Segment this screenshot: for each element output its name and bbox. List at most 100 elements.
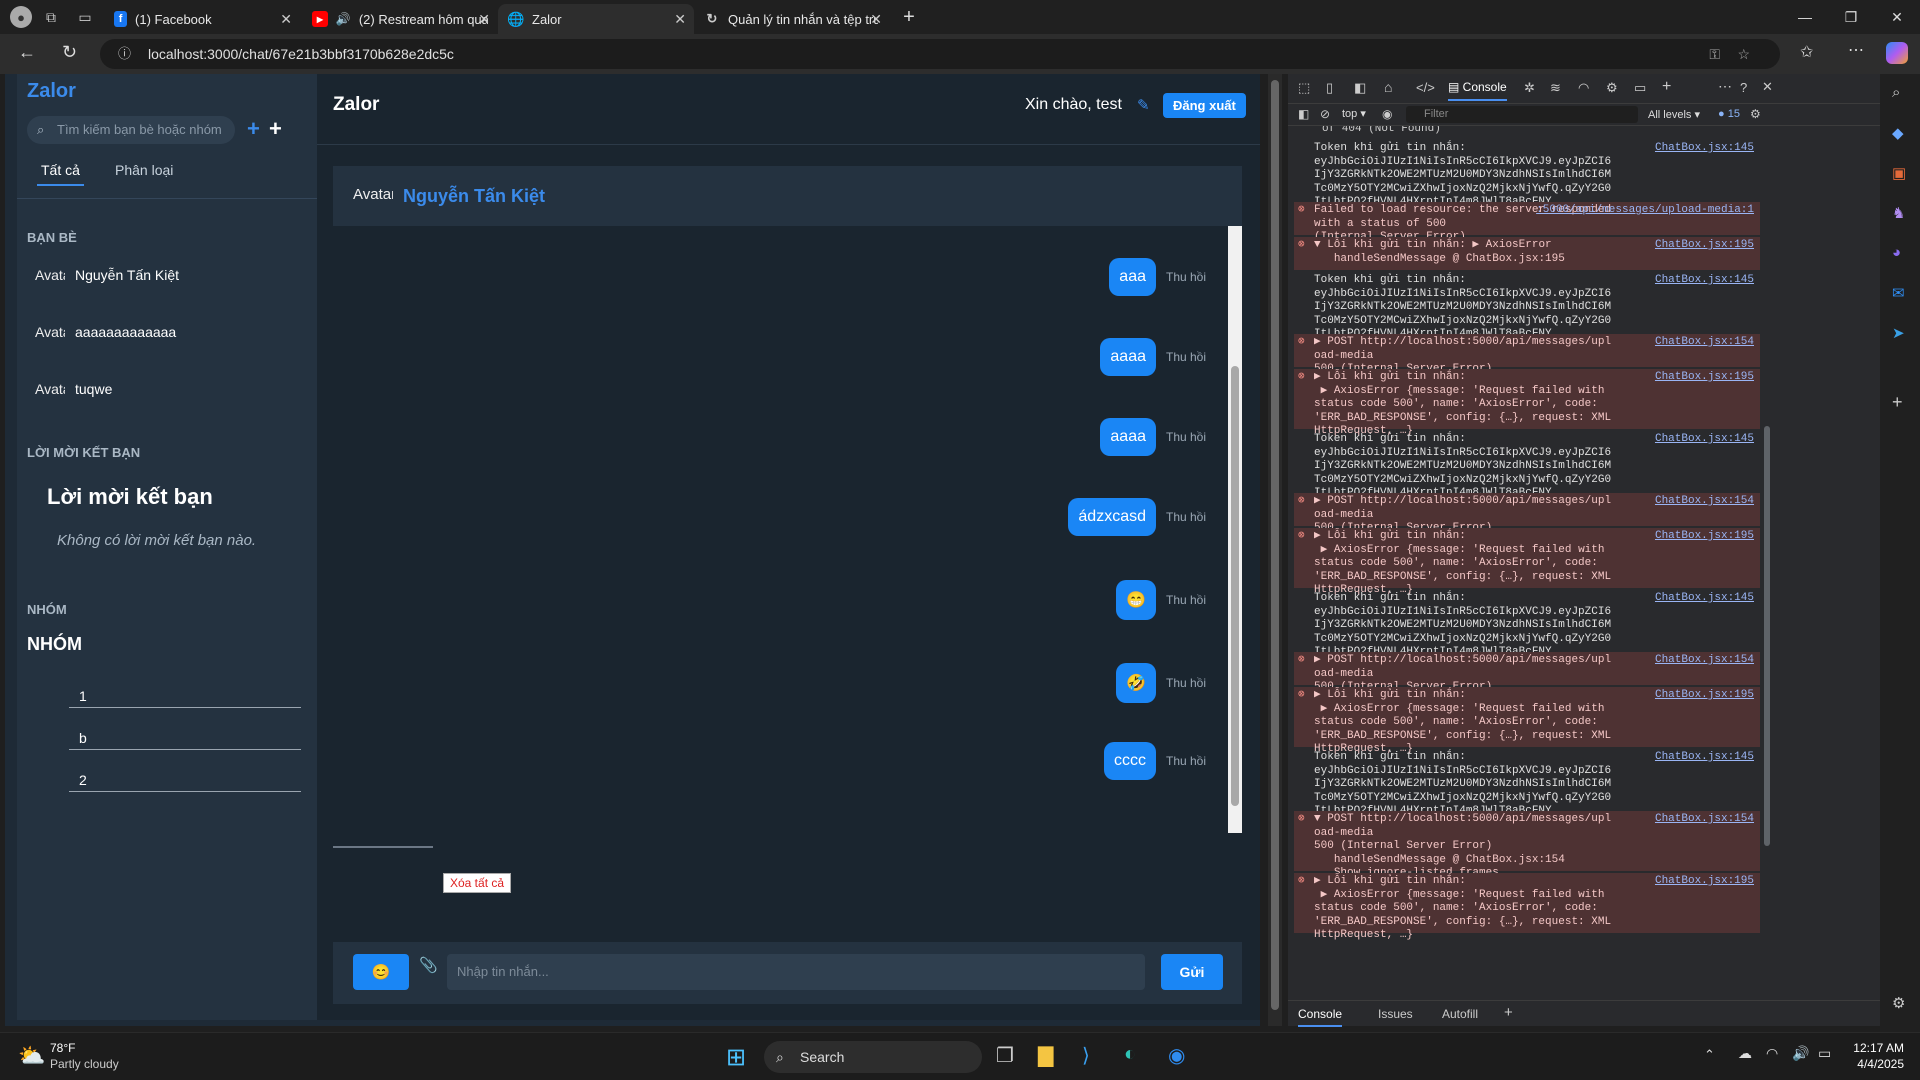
settings-gear-icon[interactable]: ⚙ — [1606, 80, 1618, 96]
recall-button[interactable]: Thu hồi — [1166, 510, 1210, 524]
console-error[interactable]: ⊗ Failed to load resource: the server res… — [1294, 202, 1760, 243]
key-icon[interactable]: ⚿ — [1709, 39, 1720, 69]
performance-icon[interactable]: ◠ — [1578, 80, 1589, 96]
file-explorer-icon[interactable]: ▇ — [1038, 1043, 1053, 1068]
new-tab-icon[interactable]: + — [898, 6, 920, 28]
battery-icon[interactable]: ▭ — [1818, 1045, 1831, 1062]
help-icon[interactable]: ? — [1740, 80, 1747, 95]
friend-item[interactable]: Avatar Nguyễn Tấn Kiệt — [35, 260, 179, 290]
application-icon[interactable]: ▭ — [1634, 80, 1646, 96]
page-scrollbar[interactable] — [1268, 74, 1282, 1026]
contact-name[interactable]: Nguyễn Tấn Kiệt — [403, 186, 545, 207]
tab-docs[interactable]: ↻ Quản lý tin nhắn và tệp truyền th ✕ — [694, 4, 890, 34]
tab-category[interactable]: Phân loại — [115, 162, 173, 178]
console-log[interactable]: Token khi gửi tin nhắn: eyJhbGciOiJIUzI1… — [1294, 140, 1760, 208]
friend-item[interactable]: Avatar aaaaaaaaaaaaa — [35, 317, 176, 347]
recall-button[interactable]: Thu hồi — [1166, 270, 1210, 284]
add-drawer-tab-icon[interactable]: + — [1504, 1004, 1513, 1021]
sidebar-icon[interactable]: ◧ — [1298, 107, 1309, 121]
vscode-icon[interactable]: ⟩ — [1082, 1043, 1090, 1068]
console-error[interactable]: ⊗ ▶ Lỗi khi gửi tin nhắn: ▶ AxiosError {m… — [1294, 369, 1760, 437]
console-error[interactable]: ⊗ ▶ Lỗi khi gửi tin nhắn: ▶ AxiosError {m… — [1294, 687, 1760, 755]
recall-button[interactable]: Thu hồi — [1166, 430, 1210, 444]
refresh-icon[interactable]: ↻ — [62, 42, 77, 63]
create-group-icon[interactable]: + — [269, 116, 282, 142]
console-error[interactable]: ⊗ ▼ Lỗi khi gửi tin nhắn: ▶ AxiosError ha… — [1294, 237, 1760, 270]
site-info-icon[interactable]: ⓘ — [118, 39, 131, 69]
console-log[interactable]: Token khi gửi tin nhắn: eyJhbGciOiJIUzI1… — [1294, 590, 1760, 658]
minimize-icon[interactable]: — — [1782, 0, 1828, 34]
drawer-tab-console[interactable]: Console — [1298, 1007, 1343, 1027]
source-link[interactable]: ChatBox.jsx:195 — [1655, 530, 1754, 544]
drawer-tab-issues[interactable]: Issues — [1378, 1007, 1413, 1021]
clear-console-icon[interactable]: ⊘ — [1320, 107, 1330, 121]
eye-icon[interactable]: ◉ — [1382, 107, 1392, 121]
console-settings-icon[interactable]: ⚙ — [1750, 107, 1761, 121]
task-view-icon[interactable]: ❐ — [996, 1043, 1014, 1068]
scrollbar-thumb[interactable] — [1231, 366, 1239, 806]
group-item[interactable]: b — [69, 716, 301, 750]
close-icon[interactable]: ✕ — [280, 11, 292, 28]
elements-icon[interactable]: </> — [1416, 80, 1435, 95]
scrollbar-thumb[interactable] — [1764, 426, 1770, 846]
add-sidebar-app-icon[interactable]: + — [1892, 392, 1903, 413]
console-messages[interactable]: of 404 (Not Found) Token khi gửi tin nhắ… — [1288, 126, 1768, 988]
scrollbar-thumb[interactable] — [1271, 80, 1279, 1010]
close-window-icon[interactable]: ✕ — [1874, 0, 1920, 34]
weather-icon[interactable]: ⛅ — [18, 1043, 45, 1069]
add-friend-icon[interactable]: + — [247, 116, 260, 142]
onedrive-icon[interactable]: ☁ — [1738, 1045, 1752, 1062]
message-input[interactable]: Nhập tin nhắn... — [447, 954, 1145, 990]
source-link[interactable]: ChatBox.jsx:195 — [1655, 239, 1754, 253]
more-tools-icon[interactable]: + — [1662, 78, 1671, 96]
weather-desc[interactable]: Partly cloudy — [50, 1057, 119, 1071]
speaker-icon[interactable]: 🔊 — [336, 12, 351, 26]
source-link[interactable]: ChatBox.jsx:145 — [1655, 142, 1754, 156]
wifi-icon[interactable]: ◠ — [1766, 1045, 1778, 1062]
url-input[interactable]: ⓘ localhost:3000/chat/67e21b3bbf3170b628… — [100, 39, 1780, 69]
favorites-icon[interactable]: ✩ — [1800, 42, 1813, 62]
settings-icon[interactable]: ⚙ — [1892, 994, 1905, 1012]
source-link[interactable]: ChatBox.jsx:154 — [1655, 813, 1754, 827]
scrollbar[interactable] — [1228, 226, 1242, 833]
tab-console[interactable]: ▤ Console — [1448, 80, 1507, 101]
logout-button[interactable]: Đăng xuất — [1163, 93, 1246, 118]
sidebar-toggle-icon[interactable]: ◧ — [1354, 80, 1366, 96]
source-link[interactable]: ChatBox.jsx:154 — [1655, 654, 1754, 668]
clock-time[interactable]: 12:17 AM — [1850, 1041, 1904, 1055]
issues-counter[interactable]: ● 15 — [1718, 108, 1740, 120]
recall-button[interactable]: Thu hồi — [1166, 593, 1210, 607]
start-icon[interactable]: ⊞ — [726, 1043, 746, 1072]
recall-button[interactable]: Thu hồi — [1166, 350, 1210, 364]
source-link[interactable]: ChatBox.jsx:145 — [1655, 751, 1754, 765]
recall-button[interactable]: Thu hồi — [1166, 676, 1210, 690]
source-link[interactable]: :5000/api/messages/upload-media:1 — [1536, 204, 1754, 218]
recall-button[interactable]: Thu hồi — [1166, 754, 1210, 768]
console-log[interactable]: Token khi gửi tin nhắn: eyJhbGciOiJIUzI1… — [1294, 749, 1760, 817]
paperclip-icon[interactable]: 📎 — [419, 956, 438, 974]
tab-actions-icon[interactable]: ▭ — [76, 8, 94, 26]
clear-all-button[interactable]: Xóa tất cả — [443, 873, 512, 893]
sources-icon[interactable]: ✲ — [1524, 80, 1535, 96]
weather-temp[interactable]: 78°F — [50, 1041, 75, 1055]
edit-profile-icon[interactable]: ✎ — [1137, 96, 1150, 114]
console-error[interactable]: ⊗ ▶ POST http://localhost:5000/api/messag… — [1294, 652, 1760, 693]
close-icon[interactable]: ✕ — [478, 11, 490, 28]
console-log[interactable]: Token khi gửi tin nhắn: eyJhbGciOiJIUzI1… — [1294, 431, 1760, 499]
console-scrollbar[interactable] — [1762, 126, 1772, 988]
console-error[interactable]: ⊗ ▶ POST http://localhost:5000/api/messag… — [1294, 334, 1760, 375]
zalo-icon[interactable]: ◉ — [1168, 1043, 1185, 1068]
group-item[interactable]: 2 — [69, 758, 301, 792]
telegram-icon[interactable]: ➤ — [1892, 324, 1905, 342]
source-link[interactable]: ChatBox.jsx:195 — [1655, 689, 1754, 703]
close-icon[interactable]: ✕ — [674, 11, 686, 28]
close-devtools-icon[interactable]: ✕ — [1762, 79, 1773, 95]
taskbar-search[interactable]: ⌕ Search — [764, 1041, 982, 1073]
back-icon[interactable]: ← — [18, 42, 36, 63]
console-error[interactable]: ⊗ ▼ POST http://localhost:5000/api/messag… — [1294, 811, 1760, 879]
tag-icon[interactable]: ◆ — [1892, 124, 1904, 142]
volume-icon[interactable]: 🔊 — [1792, 1045, 1809, 1062]
friend-item[interactable]: Avatar tuqwe — [35, 374, 112, 404]
send-button[interactable]: Gửi — [1161, 954, 1223, 990]
source-link[interactable]: ChatBox.jsx:154 — [1655, 336, 1754, 350]
